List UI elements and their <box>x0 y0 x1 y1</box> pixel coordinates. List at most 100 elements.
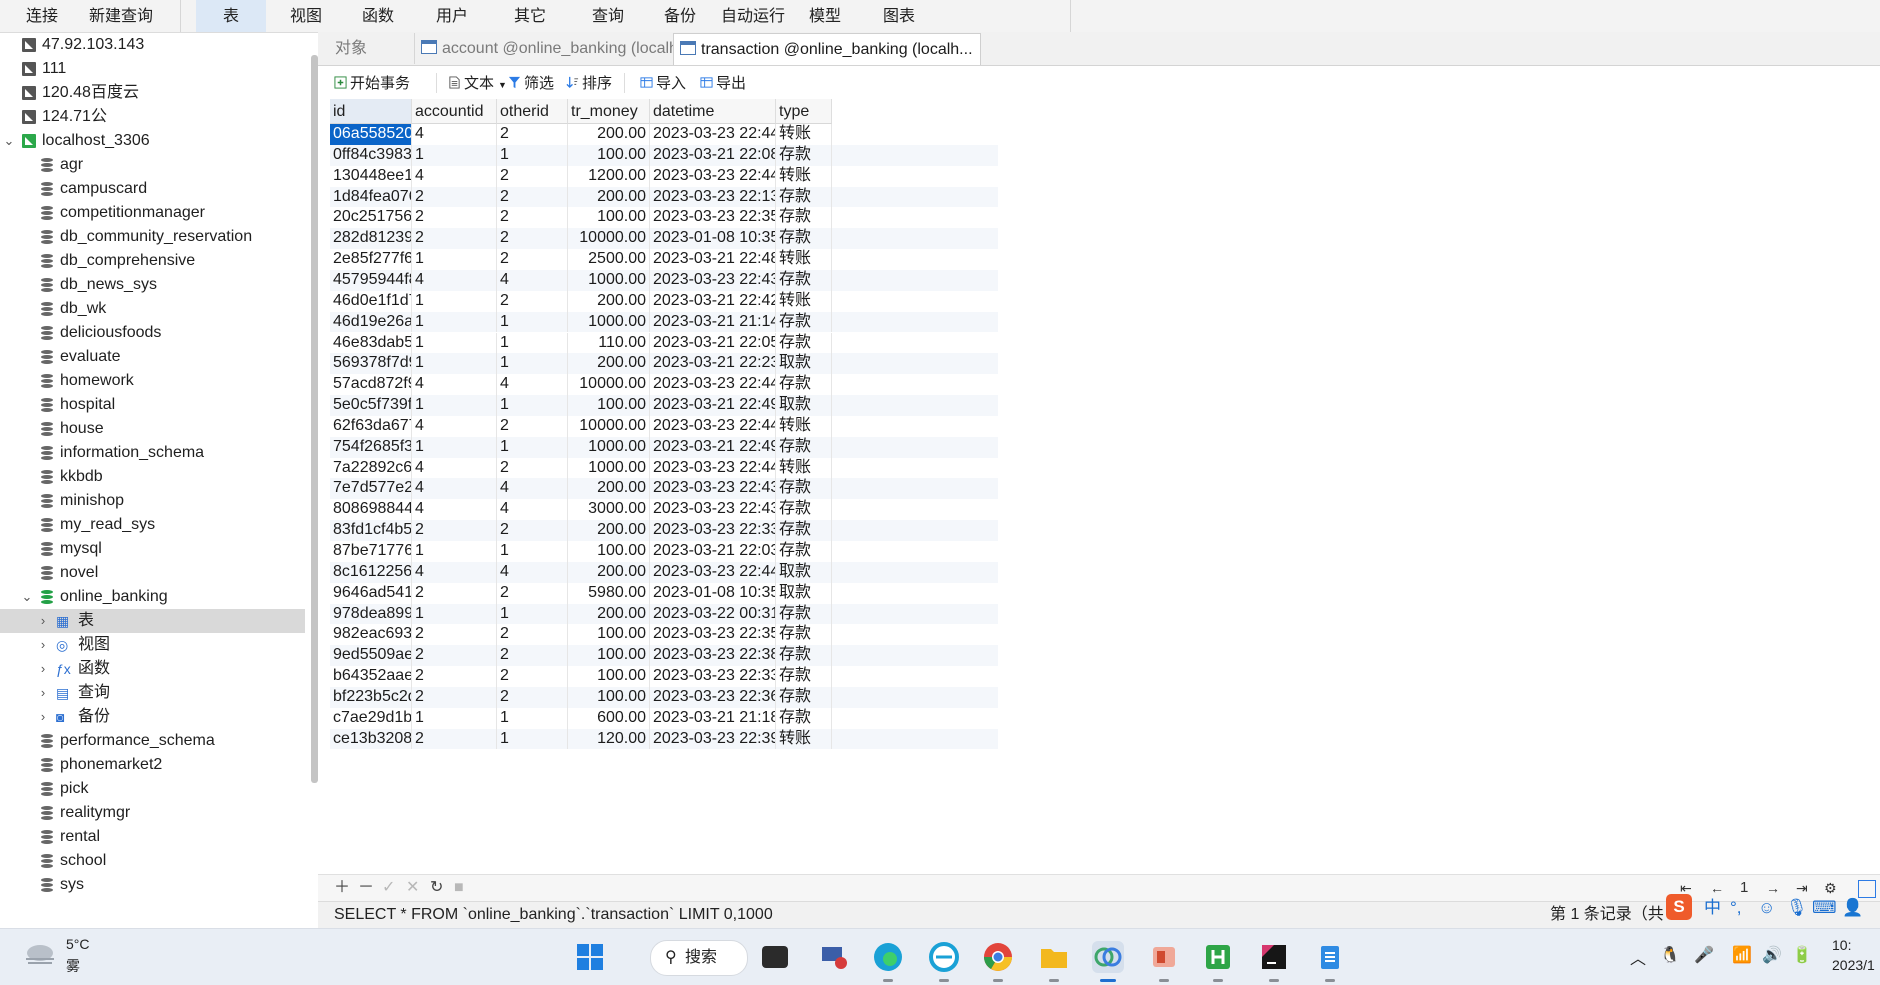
cell-type[interactable]: 存款 <box>776 603 832 625</box>
refresh-icon[interactable]: ↻ <box>430 875 443 901</box>
cell-datetime[interactable]: 2023-03-23 22:43:51 <box>650 269 776 291</box>
tree-item-pick[interactable]: pick <box>0 777 305 801</box>
cell-type[interactable]: 取款 <box>776 561 832 583</box>
sidebar-scrollbar[interactable] <box>311 55 318 783</box>
cell-datetime[interactable]: 2023-03-23 22:44:38 <box>650 457 776 479</box>
cell-tr_money[interactable]: 200.00 <box>568 353 650 375</box>
cell-otherid[interactable]: 4 <box>497 269 568 291</box>
cell-accountid[interactable]: 2 <box>412 207 497 229</box>
cell-tr_money[interactable]: 600.00 <box>568 707 650 729</box>
table-row[interactable]: bf223b5c2d3e499322100.002023-03-23 22:36… <box>330 686 998 708</box>
cell-id[interactable]: 754f2685f3f0440ba0 <box>330 436 412 458</box>
chevron-down-icon[interactable]: ⌄ <box>20 585 34 609</box>
cell-accountid[interactable]: 4 <box>412 478 497 500</box>
cell-id[interactable]: 57acd872f9bf493ca <box>330 374 412 396</box>
cell-tr_money[interactable]: 200.00 <box>568 124 650 145</box>
menu-table[interactable]: 表 <box>196 0 266 32</box>
cell-datetime[interactable]: 2023-03-23 22:35:39 <box>650 207 776 229</box>
table-row[interactable]: 978dea899e0f4fa7b11200.002023-03-22 00:3… <box>330 603 998 625</box>
cell-id[interactable]: 87be7177699344ee <box>330 541 412 562</box>
cell-otherid[interactable]: 2 <box>497 520 568 541</box>
tree-item-house[interactable]: house <box>0 417 305 441</box>
tree-item-minishop[interactable]: minishop <box>0 489 305 513</box>
import-button[interactable]: 导入 <box>640 67 686 99</box>
cell-type[interactable]: 存款 <box>776 332 832 354</box>
cell-otherid[interactable]: 1 <box>497 707 568 729</box>
cell-otherid[interactable]: 2 <box>497 165 568 187</box>
table-row[interactable]: 8086988446cc4ef38443000.002023-03-23 22:… <box>330 499 998 521</box>
cell-tr_money[interactable]: 1000.00 <box>568 436 650 458</box>
apply-changes-icon[interactable]: ✓ <box>382 875 395 901</box>
cell-id[interactable]: 9ed5509ae6ed40cfa <box>330 645 412 667</box>
cell-accountid[interactable]: 1 <box>412 436 497 458</box>
column-header-accountid[interactable]: accountid <box>412 99 497 124</box>
tree-item-competitionmanager[interactable]: competitionmanager <box>0 201 305 225</box>
cell-datetime[interactable]: 2023-03-23 22:43:55 <box>650 499 776 521</box>
cell-accountid[interactable]: 2 <box>412 666 497 687</box>
cell-otherid[interactable]: 1 <box>497 144 568 166</box>
cell-otherid[interactable]: 1 <box>497 332 568 354</box>
tree-item-functions[interactable]: › ƒx 函数 <box>0 657 305 681</box>
navicat-app-icon[interactable] <box>1092 941 1124 982</box>
tree-item-111[interactable]: 111 <box>0 57 305 81</box>
cell-type[interactable]: 转账 <box>776 415 832 437</box>
tab-account[interactable]: account @online_banking (localhost... <box>414 33 677 64</box>
task-view-icon[interactable] <box>762 946 788 968</box>
cell-otherid[interactable]: 1 <box>497 395 568 416</box>
cell-otherid[interactable]: 2 <box>497 415 568 437</box>
table-row[interactable]: 20c2517569664fd8b22100.002023-03-23 22:3… <box>330 207 998 229</box>
cell-type[interactable]: 存款 <box>776 499 832 521</box>
notepad-app-icon[interactable] <box>1314 941 1346 982</box>
menu-chart[interactable]: 图表 <box>870 0 928 32</box>
menu-query[interactable]: 查询 <box>578 0 638 32</box>
cell-accountid[interactable]: 4 <box>412 374 497 396</box>
cell-accountid[interactable]: 4 <box>412 457 497 479</box>
ime-mode-label[interactable]: 中 <box>1704 896 1721 920</box>
column-header-id[interactable]: id <box>330 99 412 124</box>
column-header-type[interactable]: type <box>776 99 832 124</box>
tree-item-phonemarket2[interactable]: phonemarket2 <box>0 753 305 777</box>
tree-item-campuscard[interactable]: campuscard <box>0 177 305 201</box>
weather-condition[interactable]: 雾 <box>66 956 80 976</box>
intellij-app-icon[interactable] <box>1258 941 1290 982</box>
cell-datetime[interactable]: 2023-03-21 21:14:55 <box>650 311 776 333</box>
cell-type[interactable]: 存款 <box>776 520 832 541</box>
cell-type[interactable]: 存款 <box>776 541 832 562</box>
file-explorer-icon[interactable] <box>1038 941 1070 982</box>
cell-otherid[interactable]: 1 <box>497 603 568 625</box>
cell-id[interactable]: 982eac6930564dfb8 <box>330 624 412 646</box>
cell-id[interactable]: 8c1612256089486b <box>330 561 412 583</box>
cell-accountid[interactable]: 1 <box>412 541 497 562</box>
cell-tr_money[interactable]: 10000.00 <box>568 415 650 437</box>
cell-id[interactable]: 46d19e26ab2541ca <box>330 311 412 333</box>
cell-datetime[interactable]: 2023-03-23 22:33:42 <box>650 666 776 687</box>
cell-tr_money[interactable]: 1200.00 <box>568 165 650 187</box>
cell-datetime[interactable]: 2023-03-21 22:23:37 <box>650 353 776 375</box>
ie-browser-icon[interactable] <box>928 941 960 982</box>
cell-tr_money[interactable]: 100.00 <box>568 686 650 708</box>
menu-new-query[interactable]: 新建查询 <box>86 0 156 32</box>
cell-type[interactable]: 转账 <box>776 124 832 145</box>
cell-otherid[interactable]: 2 <box>497 582 568 604</box>
cell-datetime[interactable]: 2023-03-21 22:48:53 <box>650 249 776 270</box>
cell-id[interactable]: 62f63da6772e45509 <box>330 415 412 437</box>
cell-id[interactable]: 0ff84c3983bb40408 <box>330 144 412 166</box>
cell-accountid[interactable]: 1 <box>412 249 497 270</box>
cell-otherid[interactable]: 2 <box>497 457 568 479</box>
cell-id[interactable]: 7e7d577e27054446 <box>330 478 412 500</box>
cell-accountid[interactable]: 2 <box>412 582 497 604</box>
chevron-down-icon[interactable]: ⌄ <box>2 129 16 153</box>
tree-item-information_schema[interactable]: information_schema <box>0 441 305 465</box>
tree-item-rental[interactable]: rental <box>0 825 305 849</box>
cell-tr_money[interactable]: 2500.00 <box>568 249 650 270</box>
cell-otherid[interactable]: 1 <box>497 728 568 750</box>
cell-type[interactable]: 存款 <box>776 374 832 396</box>
cell-accountid[interactable]: 4 <box>412 499 497 521</box>
powerpoint-app-icon[interactable] <box>1148 941 1180 982</box>
tree-item-school[interactable]: school <box>0 849 305 873</box>
cell-otherid[interactable]: 2 <box>497 645 568 667</box>
cell-datetime[interactable]: 2023-03-23 22:33:24 <box>650 520 776 541</box>
cell-accountid[interactable]: 4 <box>412 124 497 145</box>
menu-model[interactable]: 模型 <box>800 0 850 32</box>
table-row[interactable]: 2e85f277f6604436a122500.002023-03-21 22:… <box>330 249 998 270</box>
